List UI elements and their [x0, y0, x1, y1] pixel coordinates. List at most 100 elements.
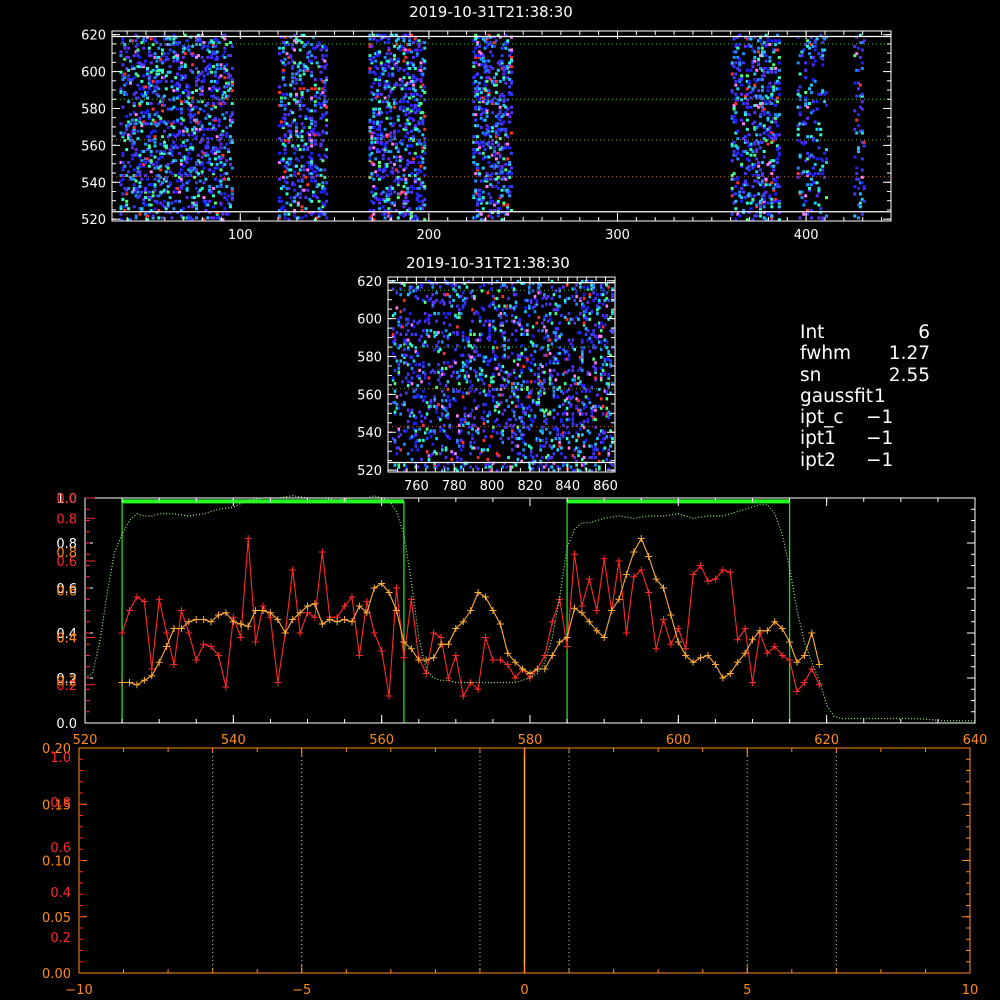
image-pixel [459, 295, 463, 299]
image-pixel [770, 120, 774, 124]
image-pixel [502, 76, 506, 80]
image-pixel [423, 85, 427, 89]
image-pixel [370, 98, 374, 102]
image-pixel [289, 54, 293, 58]
image-pixel [172, 140, 176, 144]
image-pixel [172, 126, 176, 129]
image-pixel [215, 162, 219, 166]
image-pixel [482, 418, 486, 422]
image-pixel [300, 41, 304, 45]
image-pixel [500, 54, 504, 58]
image-pixel [419, 194, 423, 198]
image-pixel [469, 389, 472, 393]
image-pixel [420, 334, 423, 338]
image-pixel [179, 107, 183, 111]
image-pixel [370, 190, 374, 194]
image-pixel [187, 91, 191, 94]
y-tick-label: 620 [81, 29, 106, 44]
image-pixel [149, 122, 153, 126]
image-pixel [504, 81, 508, 85]
image-pixel [857, 46, 860, 50]
image-pixel [770, 39, 774, 43]
image-pixel [196, 100, 200, 104]
image-pixel [528, 285, 531, 289]
image-pixel [298, 61, 302, 65]
image-pixel [490, 357, 493, 361]
image-pixel [208, 63, 212, 67]
image-pixel [161, 100, 164, 104]
image-pixel [370, 140, 374, 144]
image-pixel [302, 168, 306, 172]
image-pixel [456, 455, 459, 460]
image-pixel [185, 155, 189, 159]
image-pixel [187, 151, 191, 155]
image-pixel [370, 151, 374, 155]
image-pixel [745, 74, 749, 78]
image-pixel [212, 205, 215, 209]
image-pixel [138, 212, 142, 216]
image-pixel [193, 131, 197, 135]
image-pixel [571, 416, 575, 420]
image-pixel [461, 440, 465, 444]
image-pixel [187, 205, 191, 209]
image-pixel [472, 50, 476, 54]
image-pixel [419, 78, 423, 81]
image-pixel [732, 76, 736, 80]
image-pixel [310, 144, 314, 148]
image-pixel [749, 37, 753, 41]
image-pixel [417, 161, 421, 164]
image-pixel [212, 65, 215, 69]
image-pixel [730, 212, 734, 216]
image-pixel [383, 212, 387, 216]
image-pixel [225, 43, 229, 46]
image-pixel [404, 148, 408, 152]
image-pixel [278, 52, 281, 56]
image-pixel [313, 78, 317, 81]
image-pixel [302, 126, 306, 129]
image-pixel [215, 79, 219, 83]
image-pixel [477, 87, 481, 91]
image-pixel [819, 127, 823, 131]
image-pixel [510, 111, 513, 115]
image-pixel [806, 105, 810, 109]
image-pixel [502, 72, 506, 76]
image-pixel [215, 185, 219, 188]
image-pixel [119, 205, 123, 209]
image-pixel [325, 192, 329, 196]
image-pixel [425, 401, 429, 405]
image-pixel [488, 389, 491, 393]
image-pixel [483, 148, 487, 152]
image-pixel [179, 168, 183, 172]
image-pixel [749, 105, 753, 109]
image-pixel [494, 39, 498, 43]
image-pixel [223, 102, 227, 105]
image-pixel [503, 408, 506, 412]
image-pixel [582, 285, 586, 289]
image-pixel [444, 315, 448, 319]
image-pixel [435, 319, 438, 323]
image-pixel [157, 179, 161, 183]
image-pixel [740, 199, 744, 203]
image-pixel [537, 315, 540, 319]
image-pixel [323, 212, 327, 216]
image-pixel [508, 146, 512, 150]
image-pixel [179, 61, 183, 65]
image-pixel [206, 144, 210, 148]
image-pixel [176, 72, 180, 76]
image-pixel [541, 425, 544, 429]
image-pixel [569, 402, 573, 407]
image-pixel [751, 65, 755, 69]
image-pixel [469, 440, 472, 444]
image-pixel [598, 306, 601, 310]
image-pixel [815, 107, 819, 111]
image-pixel [228, 162, 232, 166]
image-pixel [302, 148, 306, 152]
image-pixel [546, 295, 550, 299]
image-pixel [815, 194, 819, 198]
image-pixel [804, 76, 808, 80]
image-pixel [526, 380, 529, 384]
image-pixel [747, 85, 751, 89]
image-pixel [477, 44, 481, 48]
image-pixel [279, 100, 283, 104]
image-pixel [195, 105, 198, 109]
